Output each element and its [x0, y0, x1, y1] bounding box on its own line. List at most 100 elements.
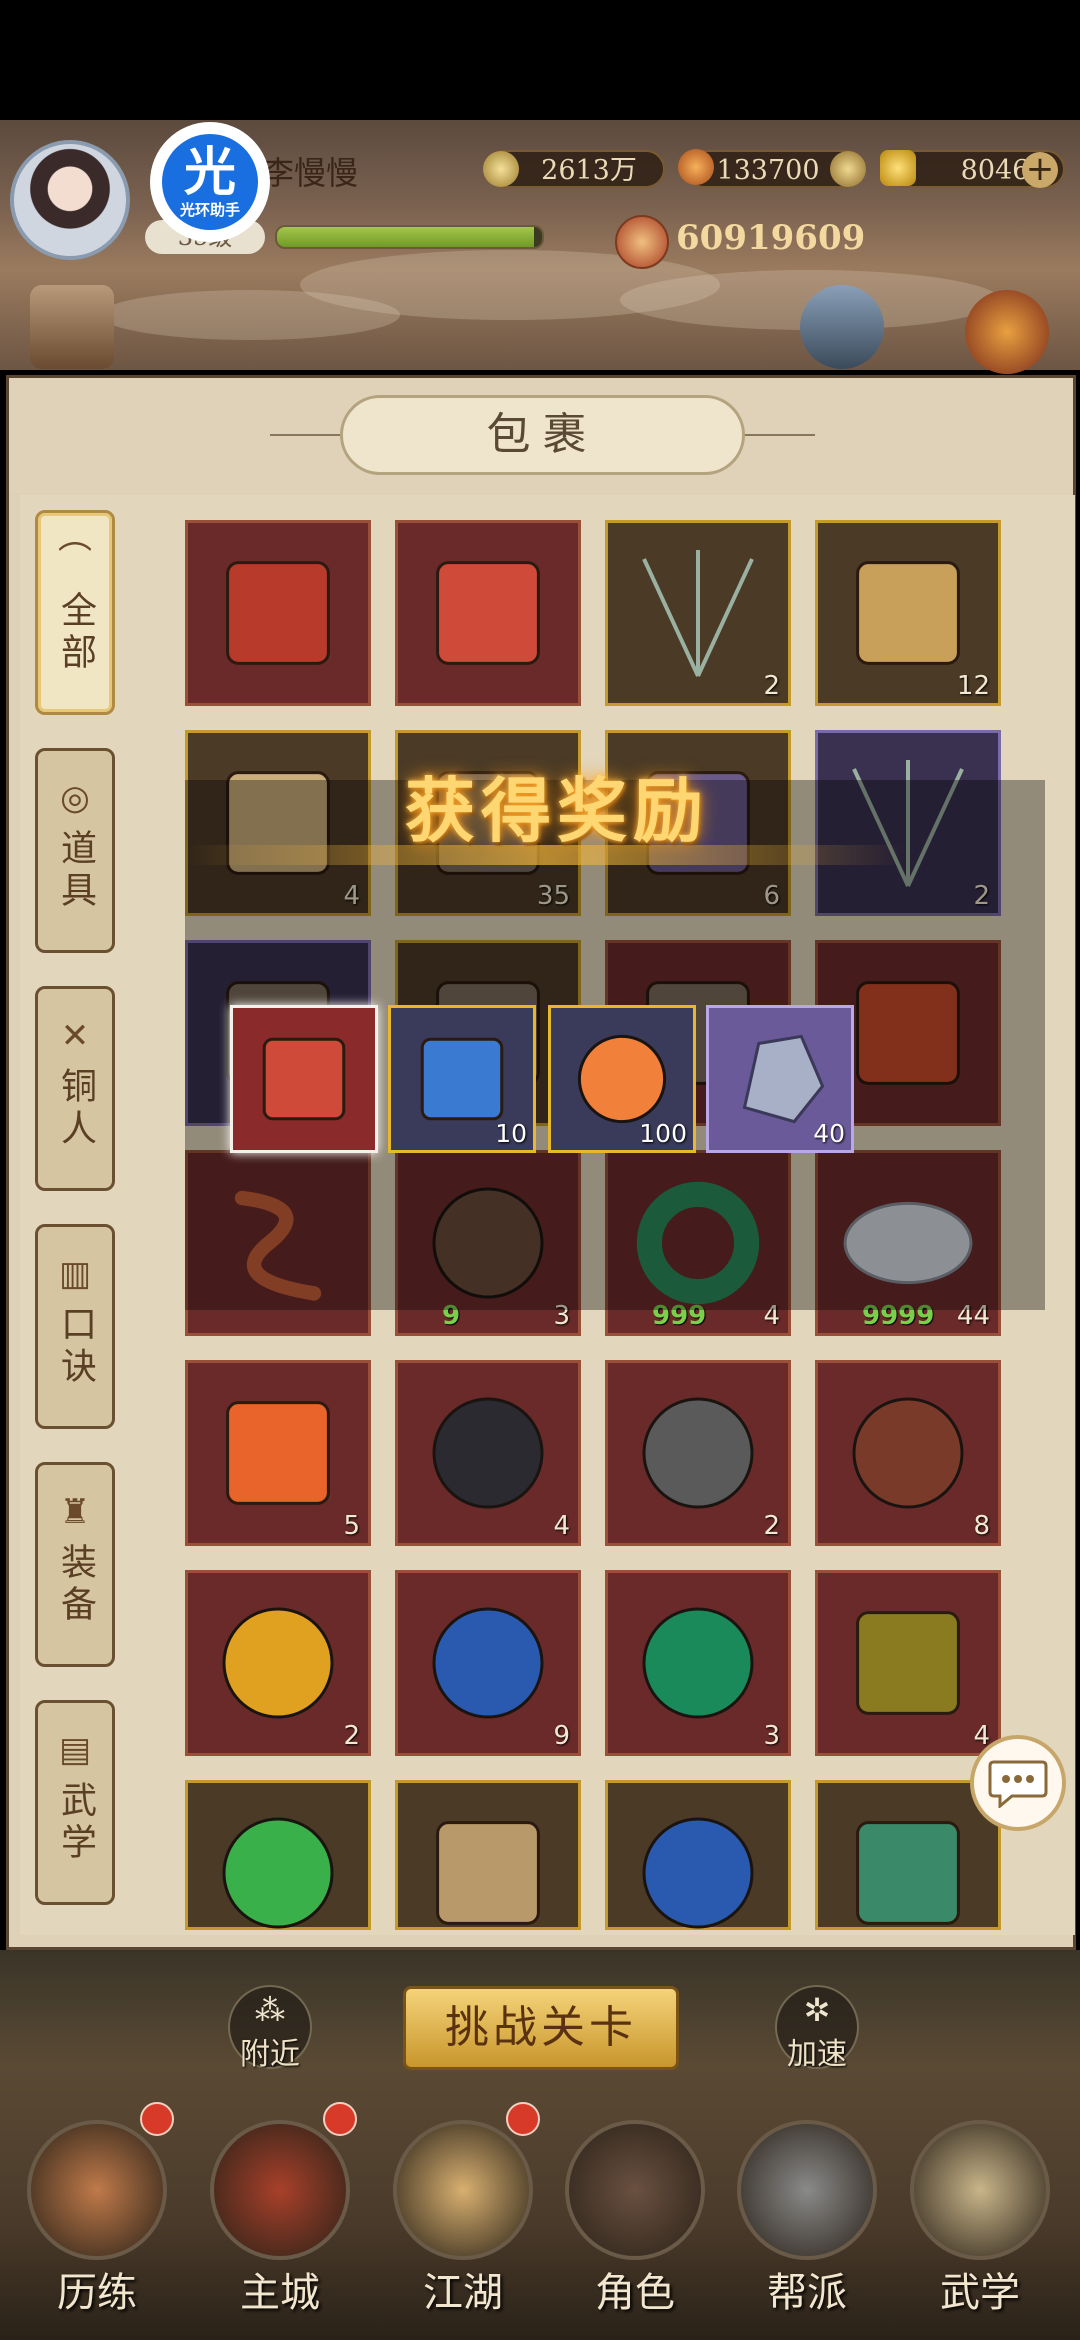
- speedup-label: 加速: [787, 2037, 847, 2072]
- snake-icon: [234, 1190, 322, 1301]
- nearby-label: 附近: [240, 2037, 300, 2072]
- nav-4[interactable]: 角色: [560, 2120, 710, 2330]
- tab-label: 口诀: [55, 1305, 96, 1389]
- nav-label: 主城: [240, 2270, 320, 2316]
- inventory-slot[interactable]: 2: [815, 730, 1001, 916]
- nav-label: 历练: [57, 2270, 137, 2316]
- inventory-slot[interactable]: 9: [395, 1570, 581, 1756]
- speedup-icon: ✲: [803, 1991, 831, 2029]
- panel-title: 包裹: [340, 395, 745, 475]
- add-gold-icon[interactable]: +: [1022, 152, 1058, 188]
- inventory-slot[interactable]: [185, 1150, 371, 1336]
- reward-item[interactable]: 40: [706, 1005, 854, 1153]
- inventory-slot[interactable]: 9999 44: [815, 1150, 1001, 1336]
- pavilion-icon[interactable]: [30, 285, 114, 369]
- inventory-slot[interactable]: 3: [605, 1570, 791, 1756]
- inventory-slot[interactable]: 4: [395, 1360, 581, 1546]
- nav-1[interactable]: 历练: [22, 2102, 174, 2330]
- reward-item[interactable]: 100: [548, 1005, 696, 1153]
- needles-icon: [642, 550, 754, 677]
- inventory-slot[interactable]: 5: [185, 1360, 371, 1546]
- tab-1[interactable]: ⌒ 全部: [35, 510, 115, 715]
- nav-icon: [910, 2120, 1050, 2260]
- chat-bubble-icon: [988, 1760, 1048, 1808]
- nav-5[interactable]: 帮派: [732, 2120, 882, 2330]
- nav-icon: [210, 2120, 350, 2260]
- inventory-slot[interactable]: 4: [815, 1570, 1001, 1756]
- item-level: 9: [442, 1301, 461, 1331]
- reward-count: 10: [495, 1119, 527, 1148]
- nav-6[interactable]: 武学: [905, 2120, 1055, 2330]
- gold-value: 8046: [960, 155, 1030, 186]
- item-count: 3: [553, 1301, 570, 1331]
- boots-orb-icon: [852, 1397, 964, 1509]
- title-decoration-right: [735, 434, 815, 436]
- reward-count: 100: [639, 1119, 687, 1148]
- avatar[interactable]: [10, 140, 130, 260]
- tab-4[interactable]: ▥ 口诀: [35, 1224, 115, 1429]
- chat-button[interactable]: [970, 1735, 1066, 1831]
- reward-item[interactable]: [230, 1005, 378, 1153]
- tab-2[interactable]: ◎ 道具: [35, 748, 115, 953]
- armor-orb-icon: [642, 1397, 754, 1509]
- inventory-slot[interactable]: 2: [185, 1570, 371, 1756]
- silver-value: 2613万: [541, 155, 637, 186]
- inventory-slot[interactable]: 2: [605, 520, 791, 706]
- nearby-button[interactable]: ⁂ 附近: [228, 1985, 312, 2072]
- tab-5[interactable]: ♜ 装备: [35, 1462, 115, 1667]
- sword-orb-icon: [432, 1397, 544, 1509]
- green-swirl-icon: [222, 1817, 334, 1929]
- inventory-slot[interactable]: [605, 1780, 791, 1930]
- challenge-stage-button[interactable]: 挑战关卡: [403, 1986, 679, 2070]
- item-count: 4: [553, 1511, 570, 1541]
- reward-count: 40: [813, 1119, 845, 1148]
- nav-3[interactable]: 江湖: [388, 2102, 540, 2330]
- power-value: 60919609: [676, 218, 866, 258]
- book-icon: [436, 1821, 540, 1925]
- inventory-slot[interactable]: 12: [815, 520, 1001, 706]
- item-count: 35: [536, 881, 570, 911]
- exp-fill: [277, 227, 535, 247]
- helper-app-logo[interactable]: 光光环助手: [150, 122, 270, 242]
- inventory-slot[interactable]: 4: [185, 730, 371, 916]
- helper-text: 光环助手: [179, 200, 240, 219]
- item-count: 4: [763, 1301, 780, 1331]
- gift-box-icon: [436, 561, 540, 665]
- tab-label: 道具: [55, 829, 96, 913]
- reward-item[interactable]: 10: [388, 1005, 536, 1153]
- inventory-slot[interactable]: 93: [395, 1150, 581, 1336]
- speedup-button[interactable]: ✲ 加速: [775, 1985, 859, 2072]
- inventory-slot[interactable]: [815, 1780, 1001, 1930]
- green-orb-icon: [642, 1607, 754, 1719]
- exp-bar: [275, 225, 544, 249]
- fire-card-icon: [226, 1401, 330, 1505]
- inventory-slot[interactable]: [185, 520, 371, 706]
- inventory-slot[interactable]: 999 4: [605, 1150, 791, 1336]
- inventory-slot[interactable]: [395, 520, 581, 706]
- treasure-icon[interactable]: [830, 151, 866, 187]
- inventory-slot[interactable]: [185, 1780, 371, 1930]
- nav-label: 帮派: [767, 2270, 847, 2316]
- inventory-slot[interactable]: 8: [815, 1360, 1001, 1546]
- tab-3[interactable]: ✕ 铜人: [35, 986, 115, 1191]
- item-count: 4: [343, 881, 360, 911]
- nav-label: 角色: [595, 2270, 675, 2316]
- gift-box-icon: [262, 1037, 346, 1121]
- tab-label: 武学: [55, 1781, 96, 1865]
- item-level: 9999: [862, 1301, 935, 1331]
- helper-glyph: 光: [183, 142, 236, 203]
- nav-icon: [27, 2120, 167, 2260]
- item-count: 2: [973, 881, 990, 911]
- event-icon[interactable]: [965, 290, 1049, 374]
- blue-orb-icon: [642, 1817, 754, 1929]
- coin-icon: [483, 151, 519, 187]
- nav-2[interactable]: 主城: [205, 2102, 357, 2330]
- tab-6[interactable]: ▤ 武学: [35, 1700, 115, 1905]
- armor-icon: ♜: [59, 1492, 91, 1532]
- crane-icon[interactable]: [800, 285, 884, 369]
- nav-label: 武学: [940, 2270, 1020, 2316]
- item-level: 999: [652, 1301, 707, 1331]
- inventory-slot[interactable]: 2: [605, 1360, 791, 1546]
- book-icon: ▤: [58, 1730, 92, 1770]
- inventory-slot[interactable]: [395, 1780, 581, 1930]
